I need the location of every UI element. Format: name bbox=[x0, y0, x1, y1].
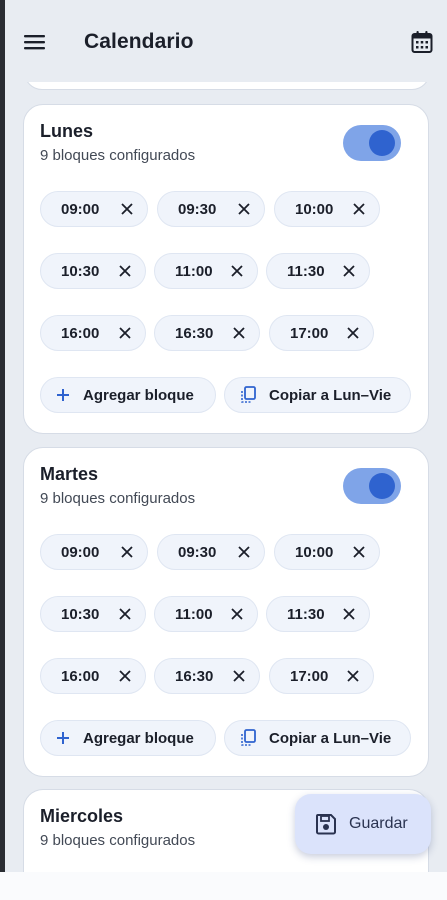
time-chip[interactable]: 17:00 bbox=[269, 658, 374, 694]
time-chip-label: 16:30 bbox=[175, 667, 214, 685]
toggle-knob bbox=[369, 130, 395, 156]
close-icon[interactable] bbox=[353, 546, 365, 558]
close-icon[interactable] bbox=[343, 608, 355, 620]
time-chip[interactable]: 16:00 bbox=[40, 658, 146, 694]
slot-count: 9 bloques configurados bbox=[40, 490, 196, 507]
time-chip[interactable]: 09:00 bbox=[40, 191, 148, 227]
copy-week-button[interactable]: Copiar a Lun–Vie bbox=[224, 720, 411, 756]
app-bar: Calendario bbox=[5, 0, 447, 82]
close-icon[interactable] bbox=[121, 546, 133, 558]
day-name: Lunes bbox=[40, 121, 94, 141]
time-chip-label: 16:00 bbox=[61, 667, 100, 685]
copy-week-label: Copiar a Lun–Vie bbox=[269, 729, 392, 747]
save-button[interactable]: Guardar bbox=[295, 794, 431, 854]
day-card-lunes: Lunes 9 bloques configurados 09:00 09:30… bbox=[23, 104, 429, 434]
time-chip-label: 09:30 bbox=[178, 543, 217, 561]
time-chip[interactable]: 10:00 bbox=[274, 534, 380, 570]
time-chip[interactable]: 16:00 bbox=[40, 315, 146, 351]
time-chip-label: 17:00 bbox=[290, 324, 329, 342]
time-chip[interactable]: 09:30 bbox=[157, 534, 265, 570]
time-chip-label: 11:30 bbox=[287, 262, 325, 280]
day-name: Miercoles bbox=[40, 806, 124, 826]
time-chip[interactable]: 11:00 bbox=[154, 596, 258, 632]
time-chip-label: 10:30 bbox=[61, 262, 100, 280]
close-icon[interactable] bbox=[119, 670, 131, 682]
close-icon[interactable] bbox=[238, 546, 250, 558]
time-chip-label: 10:00 bbox=[295, 200, 334, 218]
close-icon[interactable] bbox=[231, 265, 243, 277]
add-slot-label: Agregar bloque bbox=[83, 386, 194, 404]
day-name: Martes bbox=[40, 464, 99, 484]
close-icon[interactable] bbox=[233, 670, 245, 682]
plus-icon bbox=[57, 389, 69, 401]
time-chip-label: 10:30 bbox=[61, 605, 100, 623]
slot-count: 9 bloques configurados bbox=[40, 832, 196, 849]
slot-count: 9 bloques configurados bbox=[40, 147, 196, 164]
add-slot-button[interactable]: Agregar bloque bbox=[40, 720, 216, 756]
time-chip-label: 09:00 bbox=[61, 543, 100, 561]
time-chip[interactable]: 09:30 bbox=[157, 191, 265, 227]
add-slot-button[interactable]: Agregar bloque bbox=[40, 377, 216, 413]
close-icon[interactable] bbox=[233, 327, 245, 339]
copy-week-label: Copiar a Lun–Vie bbox=[269, 386, 392, 404]
time-chip-label: 11:00 bbox=[175, 605, 213, 623]
close-icon[interactable] bbox=[121, 203, 133, 215]
calendar-icon[interactable] bbox=[410, 30, 434, 54]
close-icon[interactable] bbox=[238, 203, 250, 215]
time-chip-label: 10:00 bbox=[295, 543, 334, 561]
time-chip[interactable]: 09:00 bbox=[40, 534, 148, 570]
save-icon bbox=[316, 814, 336, 835]
menu-icon[interactable] bbox=[23, 30, 47, 54]
time-chip-label: 11:00 bbox=[175, 262, 213, 280]
time-chip[interactable]: 11:30 bbox=[266, 596, 370, 632]
time-chip[interactable]: 16:30 bbox=[154, 658, 260, 694]
close-icon[interactable] bbox=[231, 608, 243, 620]
time-chip-label: 16:30 bbox=[175, 324, 214, 342]
plus-icon bbox=[57, 732, 69, 744]
time-chip-label: 11:30 bbox=[287, 605, 325, 623]
time-chip-label: 09:00 bbox=[61, 200, 100, 218]
close-icon[interactable] bbox=[119, 327, 131, 339]
time-chip[interactable]: 11:30 bbox=[266, 253, 370, 289]
copy-week-button[interactable]: Copiar a Lun–Vie bbox=[224, 377, 411, 413]
close-icon[interactable] bbox=[347, 670, 359, 682]
time-chip-label: 09:30 bbox=[178, 200, 217, 218]
save-label: Guardar bbox=[349, 815, 408, 832]
close-icon[interactable] bbox=[119, 265, 131, 277]
time-chip[interactable]: 16:30 bbox=[154, 315, 260, 351]
close-icon[interactable] bbox=[343, 265, 355, 277]
time-chip[interactable]: 11:00 bbox=[154, 253, 258, 289]
time-chip[interactable]: 10:30 bbox=[40, 596, 146, 632]
close-icon[interactable] bbox=[353, 203, 365, 215]
window-edge bbox=[0, 0, 5, 900]
close-icon[interactable] bbox=[119, 608, 131, 620]
time-chip[interactable]: 10:00 bbox=[274, 191, 380, 227]
day-toggle[interactable] bbox=[343, 125, 401, 161]
day-card-martes: Martes 9 bloques configurados 09:00 09:3… bbox=[23, 447, 429, 777]
copy-icon bbox=[241, 729, 256, 746]
add-slot-label: Agregar bloque bbox=[83, 729, 194, 747]
toggle-knob bbox=[369, 473, 395, 499]
close-icon[interactable] bbox=[347, 327, 359, 339]
time-chip-label: 16:00 bbox=[61, 324, 100, 342]
bottom-navigation-area bbox=[0, 872, 447, 900]
time-chip[interactable]: 17:00 bbox=[269, 315, 374, 351]
day-toggle[interactable] bbox=[343, 468, 401, 504]
copy-icon bbox=[241, 386, 256, 403]
time-chip[interactable]: 10:30 bbox=[40, 253, 146, 289]
page-title: Calendario bbox=[84, 30, 194, 53]
time-chip-label: 17:00 bbox=[290, 667, 329, 685]
